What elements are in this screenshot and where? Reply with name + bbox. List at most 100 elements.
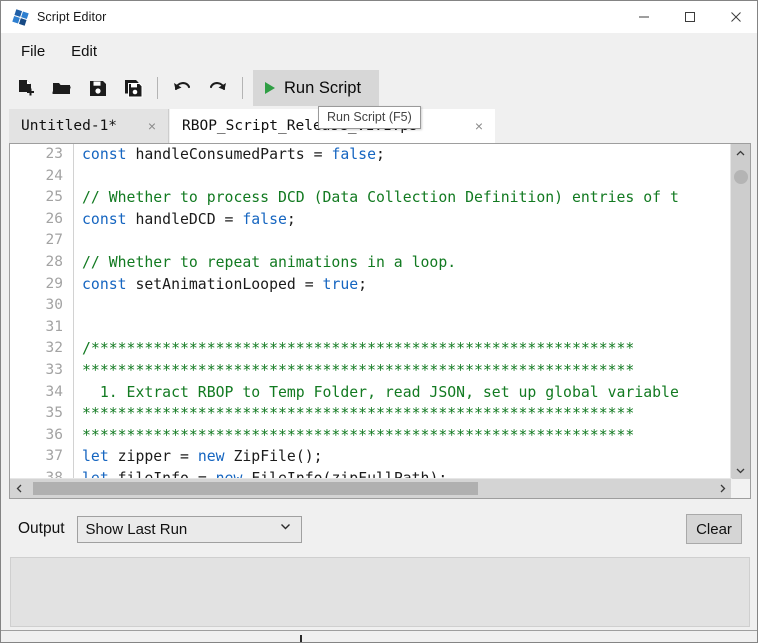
line-number: 24 [45,167,63,184]
chevron-down-icon[interactable] [731,461,750,480]
minimize-icon[interactable] [621,1,667,32]
code-token: /***************************************… [82,340,635,358]
line-number: 30 [45,297,63,314]
chevron-down-icon [279,520,292,538]
output-panel[interactable] [10,557,750,627]
line-number: 26 [45,210,63,227]
output-label: Output [18,520,65,537]
code-line[interactable]: const setAnimationLooped = true; [82,274,732,296]
open-folder-icon[interactable] [43,70,79,106]
code-editor[interactable]: 23 24 25 26 27 28 29 30 31 32 33 34 35 36 37 38 const h… [9,143,751,499]
maximize-icon[interactable] [667,1,713,32]
code-token: const [82,210,136,228]
code-token: ; [376,146,385,163]
code-line[interactable]: let zipper = new ZipFile(); [82,446,732,468]
app-logo-icon [11,8,29,26]
menu-item-edit[interactable]: Edit [63,40,105,63]
code-line[interactable]: // Whether to repeat animations in a loo… [82,252,732,274]
code-content[interactable]: const handleConsumedParts = false; // Wh… [82,144,732,480]
code-token: const [82,275,136,293]
save-as-icon[interactable] [115,70,151,106]
menu-bar: File Edit [1,33,757,69]
tab-untitled-1[interactable]: Untitled-1* × [9,109,169,143]
code-token: setAnimationLooped = [135,275,323,293]
code-token: const [82,146,136,163]
code-token: ZipFile(); [233,448,323,466]
code-token: false [331,146,376,163]
code-token: let [82,448,118,466]
code-line[interactable] [82,317,732,339]
chevron-left-icon[interactable] [10,479,29,498]
line-number: 32 [45,340,63,357]
horizontal-scroll-thumb[interactable] [33,482,478,495]
chevron-up-icon[interactable] [731,144,750,163]
code-token: ; [358,275,368,293]
editor-vertical-scrollbar[interactable] [730,144,750,480]
code-line[interactable] [82,295,732,317]
line-number: 37 [45,448,63,465]
toolbar: Run Script [1,67,757,109]
tab-label: Untitled-1* [21,118,118,134]
code-token: // Whether to process DCD (Data Collecti… [82,189,679,207]
line-number: 35 [45,405,63,422]
code-token: zipper = [117,448,198,466]
run-script-label: Run Script [284,78,362,97]
line-number: 31 [45,318,63,335]
code-token: false [242,210,287,228]
save-icon[interactable] [79,70,115,106]
chevron-right-icon[interactable] [713,479,732,498]
line-number: 28 [45,253,63,270]
code-token: handleDCD = [135,210,243,228]
code-token: new [197,448,234,466]
code-line[interactable] [82,166,732,188]
menu-item-file[interactable]: File [13,40,53,63]
play-icon [265,82,275,94]
code-token: ****************************************… [82,405,635,423]
code-line[interactable] [82,230,732,252]
code-token: true [322,275,359,293]
title-bar: Script Editor [1,1,757,33]
code-editor-viewport[interactable]: 23 24 25 26 27 28 29 30 31 32 33 34 35 36 37 38 const h… [10,144,732,480]
toolbar-divider [157,77,158,99]
undo-icon[interactable] [164,70,200,106]
output-mode-value: Show Last Run [85,520,188,538]
code-line[interactable]: ****************************************… [82,403,732,425]
tab-close-icon[interactable]: × [475,119,483,133]
line-number: 36 [45,426,63,443]
code-line[interactable]: // Whether to process DCD (Data Collecti… [82,187,732,209]
line-number: 34 [45,383,63,400]
code-line[interactable]: ****************************************… [82,360,732,382]
script-editor-window: Script Editor File Edit Run Script Untit… [0,0,758,643]
line-number: 27 [45,232,63,249]
window-title: Script Editor [37,10,107,24]
code-token: // Whether to repeat animations in a loo… [82,253,457,271]
tab-close-icon[interactable]: × [148,119,156,133]
redo-icon[interactable] [200,70,236,106]
code-line[interactable]: 1. Extract RBOP to Temp Folder, read JSO… [82,382,732,404]
line-number: 33 [45,361,63,378]
scrollbar-corner [731,479,750,498]
code-token: handleConsumedParts = [135,146,332,163]
line-number: 29 [45,275,63,292]
run-script-tooltip: Run Script (F5) [318,106,421,129]
new-file-icon[interactable] [7,70,43,106]
vertical-scroll-thumb[interactable] [734,170,748,184]
resize-grip[interactable] [300,635,302,642]
code-line[interactable]: /***************************************… [82,338,732,360]
code-line[interactable]: const handleDCD = false; [82,209,732,231]
output-mode-select[interactable]: Show Last Run [76,515,302,543]
editor-horizontal-scrollbar[interactable] [10,478,732,498]
close-icon[interactable] [713,1,757,32]
code-line[interactable]: const handleConsumedParts = false; [82,144,732,166]
code-token: ****************************************… [82,426,635,444]
run-script-button[interactable]: Run Script [253,70,380,106]
line-number-gutter: 23 24 25 26 27 28 29 30 31 32 33 34 35 36 37 38 [10,144,74,480]
code-line[interactable]: ****************************************… [82,425,732,447]
line-number: 25 [45,189,63,206]
clear-button[interactable]: Clear [686,514,742,544]
status-strip [1,630,757,642]
line-number: 23 [45,146,63,162]
toolbar-divider [242,77,243,99]
output-toolbar: Output Show Last Run Clear [9,505,751,553]
code-token: 1. Extract RBOP to Temp Folder, read JSO… [82,383,679,401]
